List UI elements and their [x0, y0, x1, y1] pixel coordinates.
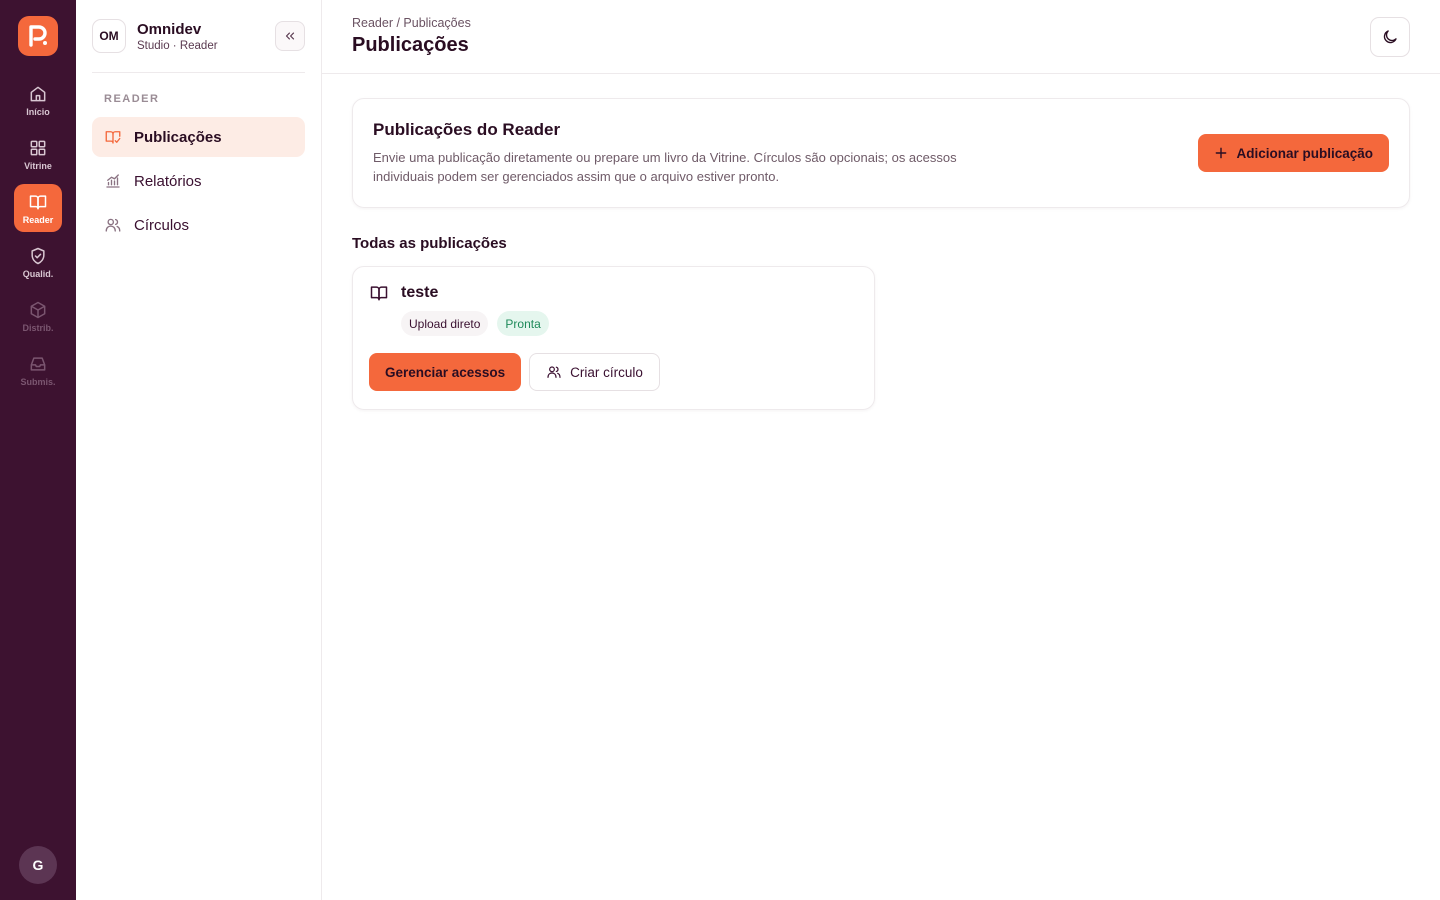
- sidebar-nav: Publicações Relatórios Círculos: [92, 117, 305, 245]
- rail-item-label: Submis.: [20, 376, 56, 387]
- intro-title: Publicações do Reader: [373, 120, 561, 139]
- breadcrumb: Reader / Publicações: [352, 16, 471, 30]
- sidebar: OM Omnidev Studio · Reader READER Public…: [76, 0, 322, 900]
- rail-item-reader[interactable]: Reader: [14, 184, 62, 232]
- app-rail: Início Vitrine Reader Qualid. Distrib. S…: [0, 0, 76, 900]
- publications-section-title: Todas as publicações: [352, 235, 507, 252]
- book-open-icon: [370, 286, 388, 301]
- page-body: Publicações do Reader Envie uma publicaç…: [322, 74, 1440, 434]
- publication-card: teste Upload direto Pronta Gerenciar ace…: [352, 266, 875, 410]
- rail-item-label: Reader: [22, 214, 54, 225]
- book-edit-icon: [105, 131, 121, 144]
- main-content: Reader / Publicações Publicações Publica…: [322, 0, 1440, 900]
- sidebar-item-label: Relatórios: [134, 172, 202, 190]
- sidebar-item-relatorios[interactable]: Relatórios: [92, 161, 305, 201]
- collapse-sidebar-button[interactable]: [275, 21, 305, 51]
- users-icon: [105, 218, 121, 232]
- rail-item-submis[interactable]: Submis.: [14, 346, 62, 394]
- sidebar-item-label: Publicações: [134, 128, 222, 146]
- org-name: Omnidev: [137, 20, 202, 38]
- box-icon: [30, 301, 46, 318]
- source-badge: Upload direto: [401, 311, 489, 336]
- create-circle-button[interactable]: Criar círculo: [529, 353, 660, 391]
- app-root: Início Vitrine Reader Qualid. Distrib. S…: [0, 0, 1440, 900]
- sidebar-item-publicacoes[interactable]: Publicações: [92, 117, 305, 157]
- org-text: Omnidev Studio · Reader: [137, 21, 218, 52]
- rail-item-label: Distrib.: [22, 322, 54, 333]
- page-title: Publicações: [352, 34, 469, 56]
- shield-check-icon: [31, 247, 45, 264]
- intro-text: Publicações do Reader Envie uma publicaç…: [373, 120, 1013, 186]
- add-publication-button[interactable]: Adicionar publicação: [1198, 134, 1389, 172]
- rail-item-label: Vitrine: [24, 160, 52, 171]
- add-publication-label: Adicionar publicação: [1236, 145, 1373, 161]
- rail-item-distrib[interactable]: Distrib.: [14, 292, 62, 340]
- intro-description: Envie uma publicação diretamente ou prep…: [373, 150, 957, 184]
- create-circle-label: Criar círculo: [570, 364, 643, 380]
- grid-icon: [30, 140, 46, 155]
- user-avatar[interactable]: G: [19, 846, 57, 884]
- rail-item-inicio[interactable]: Início: [14, 76, 62, 124]
- publication-actions: Gerenciar acessos Criar círculo: [369, 353, 858, 391]
- org-badge: OM: [92, 19, 126, 53]
- status-badge: Pronta: [497, 311, 549, 336]
- rail-item-label: Início: [26, 106, 50, 117]
- sidebar-section-label: READER: [104, 93, 160, 105]
- org-header: OM Omnidev Studio · Reader: [92, 0, 305, 73]
- users-icon: [547, 366, 561, 378]
- publication-tags: Upload direto Pronta: [401, 311, 858, 336]
- topbar: Reader / Publicações Publicações: [322, 0, 1440, 74]
- org-subtitle: Studio · Reader: [137, 39, 218, 52]
- rail-item-vitrine[interactable]: Vitrine: [14, 130, 62, 178]
- sidebar-item-circulos[interactable]: Círculos: [92, 205, 305, 245]
- chevrons-left-icon: [285, 32, 295, 40]
- logo-icon: [29, 25, 47, 47]
- plus-icon: [1216, 147, 1227, 159]
- manage-access-button[interactable]: Gerenciar acessos: [369, 353, 522, 391]
- moon-icon: [1383, 29, 1397, 43]
- rail-nav: Início Vitrine Reader Qualid. Distrib. S…: [14, 76, 62, 394]
- publication-title: teste: [401, 284, 439, 301]
- theme-toggle-button[interactable]: [1370, 16, 1410, 57]
- inbox-icon: [30, 356, 46, 371]
- rail-item-qualidade[interactable]: Qualid.: [14, 238, 62, 286]
- book-open-icon: [29, 194, 47, 209]
- sidebar-item-label: Círculos: [134, 216, 190, 234]
- chart-icon: [106, 174, 120, 188]
- home-icon: [30, 86, 46, 101]
- title-block: Reader / Publicações Publicações: [352, 16, 471, 57]
- rail-item-label: Qualid.: [22, 268, 54, 279]
- intro-card: Publicações do Reader Envie uma publicaç…: [352, 98, 1410, 208]
- app-logo[interactable]: [18, 16, 58, 56]
- publication-header: teste: [369, 283, 858, 303]
